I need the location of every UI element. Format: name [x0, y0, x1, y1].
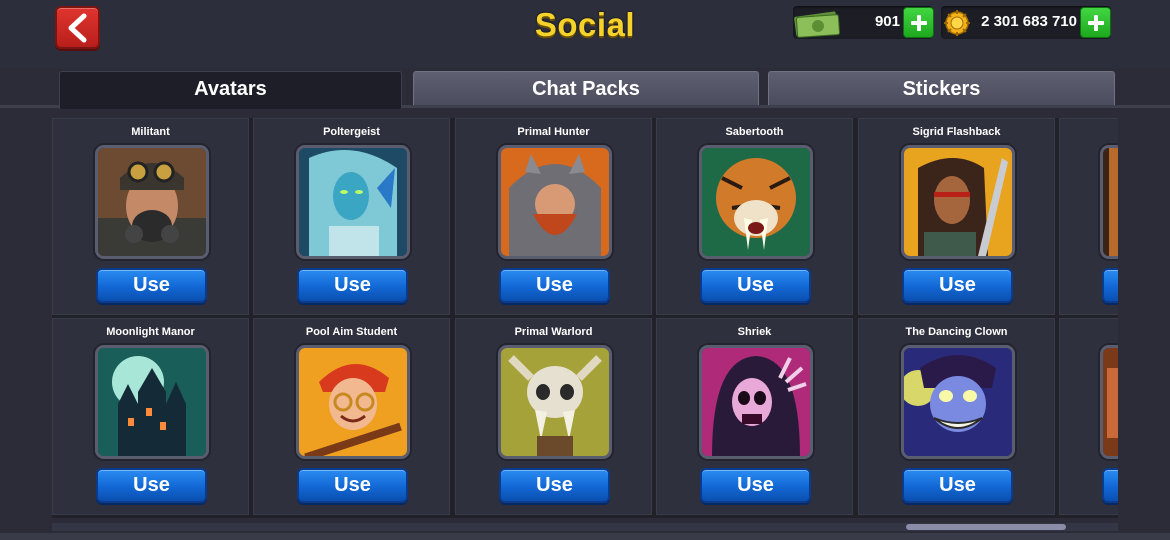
- avatar-image-pool-aim-student: [296, 345, 410, 459]
- avatar-card-sigrid-flashback[interactable]: Sigrid Flashback Use: [858, 118, 1055, 315]
- avatar-image-partial: [1100, 145, 1118, 259]
- use-button[interactable]: Use: [96, 468, 207, 503]
- avatar-name: Militant: [131, 126, 170, 138]
- avatar-image-sigrid-flashback: [901, 145, 1015, 259]
- coin-value: 2 301 683 710: [981, 13, 1077, 30]
- avatar-image-primal-hunter: [498, 145, 612, 259]
- avatar-name: Moonlight Manor: [106, 326, 195, 338]
- avatar-name: Sabertooth: [725, 126, 784, 138]
- cash-value: 901: [874, 13, 900, 30]
- top-bar: Social 901 2 301 683 710: [0, 0, 1170, 68]
- tab-stickers[interactable]: Stickers: [768, 71, 1115, 105]
- horizontal-scroll-thumb[interactable]: [906, 524, 1066, 530]
- use-button[interactable]: Use: [1102, 268, 1118, 303]
- use-button[interactable]: Use: [902, 468, 1013, 503]
- avatar-image-shriek: [699, 345, 813, 459]
- avatar-image-poltergeist: [296, 145, 410, 259]
- avatar-image-the-dancing-clown: [901, 345, 1015, 459]
- use-button[interactable]: Use: [297, 268, 408, 303]
- tab-chat-packs[interactable]: Chat Packs: [413, 71, 759, 105]
- avatar-name: Sigrid Flashback: [912, 126, 1001, 138]
- avatar-grid[interactable]: Militant Use Poltergeist Use Primal Hunt…: [52, 118, 1118, 518]
- cash-counter: 901: [793, 6, 934, 39]
- coin-counter: 2 301 683 710: [941, 6, 1111, 39]
- avatar-image-moonlight-manor: [95, 345, 209, 459]
- add-cash-button[interactable]: [903, 7, 934, 38]
- avatar-name: Pool Aim Student: [305, 326, 398, 338]
- tab-avatars[interactable]: Avatars: [59, 71, 402, 109]
- avatar-card-the-dancing-clown[interactable]: The Dancing Clown Use: [858, 318, 1055, 515]
- avatar-card-primal-warlord[interactable]: Primal Warlord Use: [455, 318, 652, 515]
- use-button[interactable]: Use: [499, 268, 610, 303]
- use-button[interactable]: Use: [297, 468, 408, 503]
- avatar-card-pool-aim-student[interactable]: Pool Aim Student Use: [253, 318, 450, 515]
- avatar-image-sabertooth: [699, 145, 813, 259]
- avatar-name: Primal Hunter: [517, 126, 590, 138]
- avatar-card-sabertooth[interactable]: Sabertooth Use: [656, 118, 853, 315]
- use-button[interactable]: Use: [700, 268, 811, 303]
- avatar-image-partial: [1100, 345, 1118, 459]
- use-button[interactable]: Use: [700, 468, 811, 503]
- use-button[interactable]: Use: [1102, 468, 1118, 503]
- avatar-name: Primal Warlord: [514, 326, 593, 338]
- bottom-border: [0, 533, 1170, 540]
- avatar-card-partial[interactable]: Use: [1059, 118, 1118, 315]
- avatar-name: Shriek: [737, 326, 772, 338]
- add-coins-button[interactable]: [1080, 7, 1111, 38]
- avatar-card-militant[interactable]: Militant Use: [52, 118, 249, 315]
- avatar-card-partial[interactable]: Use: [1059, 318, 1118, 515]
- use-button[interactable]: Use: [499, 468, 610, 503]
- avatar-image-primal-warlord: [498, 345, 612, 459]
- use-button[interactable]: Use: [96, 268, 207, 303]
- coin-icon: [944, 10, 970, 36]
- avatar-card-primal-hunter[interactable]: Primal Hunter Use: [455, 118, 652, 315]
- avatar-name: The Dancing Clown: [905, 326, 1008, 338]
- avatar-card-moonlight-manor[interactable]: Moonlight Manor Use: [52, 318, 249, 515]
- avatar-card-poltergeist[interactable]: Poltergeist Use: [253, 118, 450, 315]
- avatar-image-militant: [95, 145, 209, 259]
- avatar-name: Poltergeist: [323, 126, 380, 138]
- use-button[interactable]: Use: [902, 268, 1013, 303]
- avatar-card-shriek[interactable]: Shriek Use: [656, 318, 853, 515]
